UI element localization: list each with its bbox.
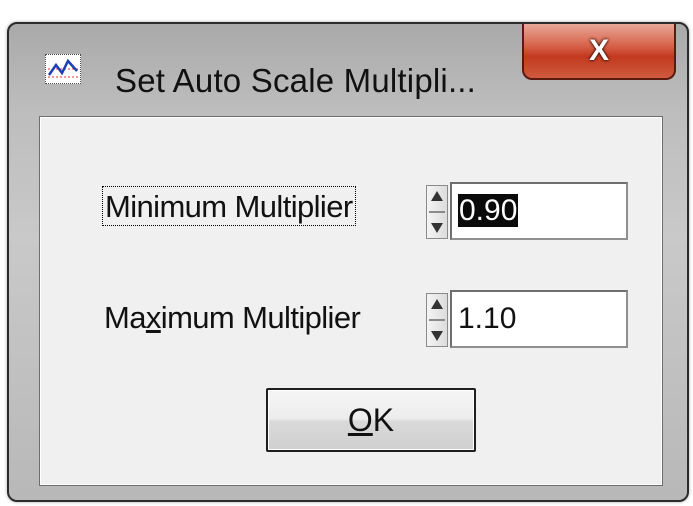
maximum-multiplier-value: 1.10: [458, 302, 517, 335]
dialog-body: Minimum Multiplier 0.90 Maximum Multipli…: [39, 116, 663, 486]
up-arrow-icon[interactable]: [431, 299, 443, 309]
maximum-multiplier-input[interactable]: 1.10: [450, 290, 628, 348]
up-arrow-icon[interactable]: [431, 191, 443, 201]
down-arrow-icon[interactable]: [431, 223, 443, 233]
close-icon: X: [588, 34, 609, 67]
ok-button[interactable]: OK: [266, 388, 476, 452]
maximum-multiplier-label: Maximum Multiplier: [104, 300, 361, 335]
minimum-multiplier-value: 0.90: [458, 194, 519, 227]
down-arrow-icon[interactable]: [431, 331, 443, 341]
graph-line-icon: [45, 54, 81, 84]
minimum-multiplier-spinner[interactable]: [426, 185, 448, 239]
dialog-window: Set Auto Scale Multipli... X Minimum Mul…: [7, 22, 689, 502]
maximum-multiplier-spinner[interactable]: [426, 293, 448, 347]
window-title: Set Auto Scale Multipli...: [115, 62, 477, 99]
close-button[interactable]: X: [522, 24, 676, 80]
title-bar[interactable]: Set Auto Scale Multipli... X: [9, 24, 687, 110]
minimum-multiplier-input[interactable]: 0.90: [450, 182, 628, 240]
minimum-multiplier-label: Minimum Multiplier: [102, 186, 356, 226]
